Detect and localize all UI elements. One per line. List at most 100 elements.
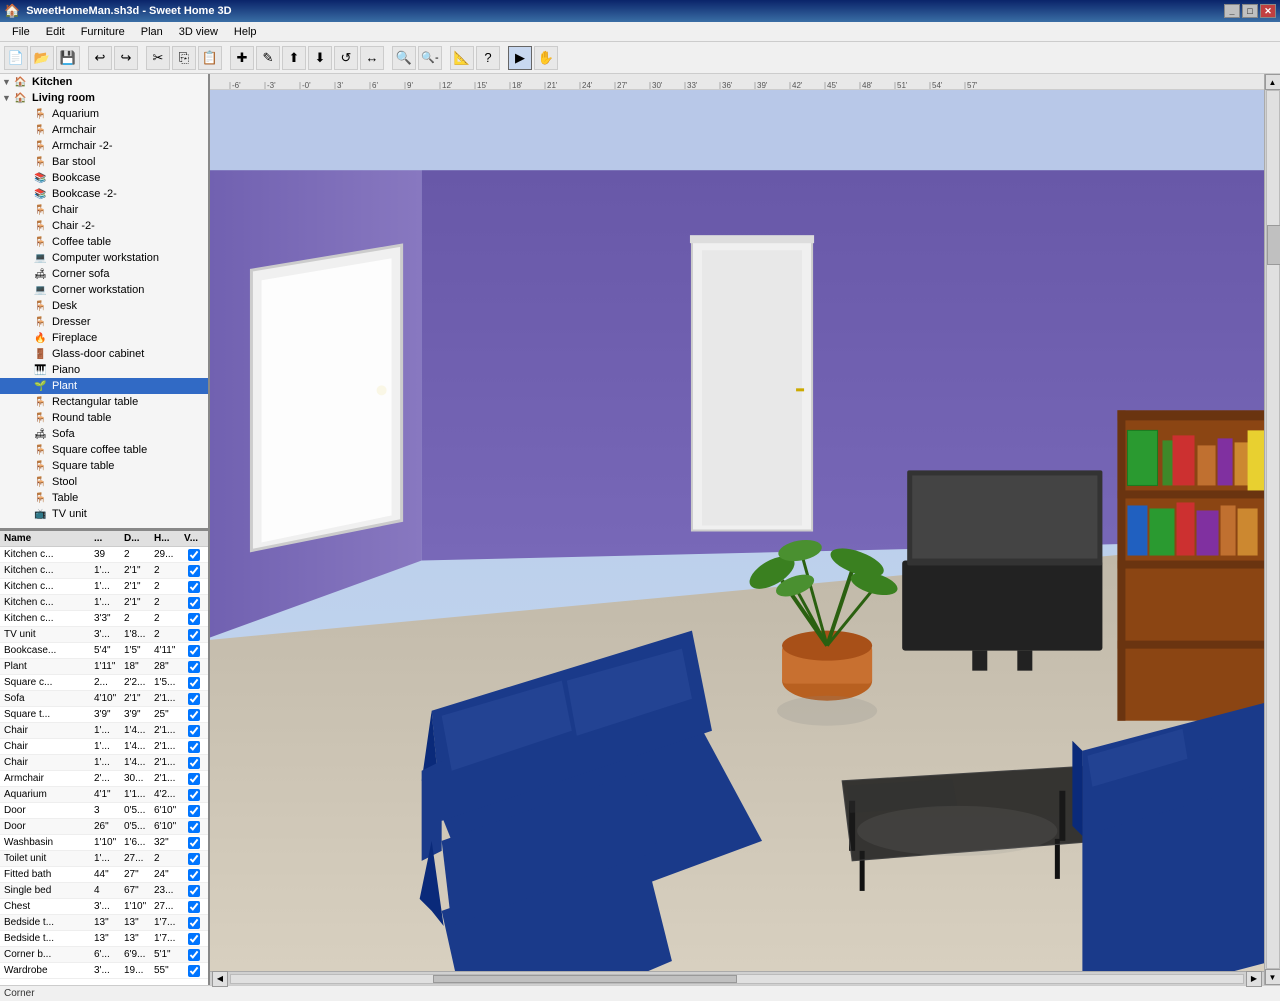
tree-item-aquarium[interactable]: 🪑 Aquarium bbox=[0, 106, 208, 122]
visibility-checkbox[interactable] bbox=[188, 725, 200, 737]
visibility-checkbox[interactable] bbox=[188, 917, 200, 929]
table-row[interactable]: Door 26" 0'5... 6'10" bbox=[0, 819, 208, 835]
table-row[interactable]: Aquarium 4'1" 1'1... 4'2... bbox=[0, 787, 208, 803]
cell-check[interactable] bbox=[184, 869, 204, 881]
table-row[interactable]: Plant 1'11" 18" 28" bbox=[0, 659, 208, 675]
visibility-checkbox[interactable] bbox=[188, 757, 200, 769]
table-row[interactable]: Corner b... 6'... 6'9... 5'1" bbox=[0, 947, 208, 963]
paste-button[interactable]: 📋 bbox=[198, 46, 222, 70]
tree-item-squaretable[interactable]: 🪑 Square table bbox=[0, 458, 208, 474]
table-row[interactable]: Bedside t... 13" 13" 1'7... bbox=[0, 915, 208, 931]
modify-button[interactable]: ✎ bbox=[256, 46, 280, 70]
tree-item-cornersofa[interactable]: 🛋 Corner sofa bbox=[0, 266, 208, 282]
cell-check[interactable] bbox=[184, 773, 204, 785]
cell-check[interactable] bbox=[184, 629, 204, 641]
menu-plan[interactable]: Plan bbox=[133, 24, 171, 40]
tree-item-barstool[interactable]: 🪑 Bar stool bbox=[0, 154, 208, 170]
cell-check[interactable] bbox=[184, 757, 204, 769]
visibility-checkbox[interactable] bbox=[188, 869, 200, 881]
table-row[interactable]: TV unit 3'... 1'8... 2 bbox=[0, 627, 208, 643]
table-row[interactable]: Chair 1'... 1'4... 2'1... bbox=[0, 755, 208, 771]
mirror-button[interactable]: ↔ bbox=[360, 46, 384, 70]
table-row[interactable]: Bedside t... 13" 13" 1'7... bbox=[0, 931, 208, 947]
menu-file[interactable]: File bbox=[4, 24, 38, 40]
menu-edit[interactable]: Edit bbox=[38, 24, 73, 40]
tree-item-plant[interactable]: 🌱 Plant bbox=[0, 378, 208, 394]
tree-item-livingroom[interactable]: ▼ 🏠 Living room bbox=[0, 90, 208, 106]
scroll-right-button[interactable]: ▶ bbox=[1246, 971, 1262, 987]
table-row[interactable]: Sofa 4'10" 2'1" 2'1... bbox=[0, 691, 208, 707]
tree-item-bookcase[interactable]: 📚 Bookcase bbox=[0, 170, 208, 186]
horizontal-scrollbar[interactable]: ◀ ▶ bbox=[210, 971, 1264, 985]
ruler-button[interactable]: 📐 bbox=[450, 46, 474, 70]
cell-check[interactable] bbox=[184, 725, 204, 737]
cell-check[interactable] bbox=[184, 709, 204, 721]
tree-item-armchair[interactable]: 🪑 Armchair bbox=[0, 122, 208, 138]
cell-check[interactable] bbox=[184, 597, 204, 609]
visibility-checkbox[interactable] bbox=[188, 853, 200, 865]
table-row[interactable]: Washbasin 1'10" 1'6... 32" bbox=[0, 835, 208, 851]
close-button[interactable]: ✕ bbox=[1260, 4, 1276, 18]
cell-check[interactable] bbox=[184, 677, 204, 689]
raise-button[interactable]: ⬆ bbox=[282, 46, 306, 70]
3d-view[interactable] bbox=[210, 90, 1264, 971]
visibility-checkbox[interactable] bbox=[188, 901, 200, 913]
cell-check[interactable] bbox=[184, 821, 204, 833]
visibility-checkbox[interactable] bbox=[188, 661, 200, 673]
cell-check[interactable] bbox=[184, 549, 204, 561]
vscroll-thumb[interactable] bbox=[1267, 225, 1280, 265]
save-button[interactable]: 💾 bbox=[56, 46, 80, 70]
visibility-checkbox[interactable] bbox=[188, 581, 200, 593]
tree-item-piano[interactable]: 🎹 Piano bbox=[0, 362, 208, 378]
tree-item-kitchen[interactable]: ▼ 🏠 Kitchen bbox=[0, 74, 208, 90]
table-row[interactable]: Armchair 2'... 30... 2'1... bbox=[0, 771, 208, 787]
tree-item-chair[interactable]: 🪑 Chair bbox=[0, 202, 208, 218]
scroll-left-button[interactable]: ◀ bbox=[212, 971, 228, 987]
table-row[interactable]: Door 3 0'5... 6'10" bbox=[0, 803, 208, 819]
minimize-button[interactable]: _ bbox=[1224, 4, 1240, 18]
table-row[interactable]: Wardrobe 3'... 19... 55" bbox=[0, 963, 208, 979]
cell-check[interactable] bbox=[184, 837, 204, 849]
cell-check[interactable] bbox=[184, 933, 204, 945]
tree-item-table[interactable]: 🪑 Table bbox=[0, 490, 208, 506]
cell-check[interactable] bbox=[184, 917, 204, 929]
tree-item-chair2[interactable]: 🪑 Chair -2- bbox=[0, 218, 208, 234]
table-row[interactable]: Toilet unit 1'... 27... 2 bbox=[0, 851, 208, 867]
vertical-scrollbar[interactable]: ▲ ▼ bbox=[1264, 74, 1280, 985]
zoom-in-button[interactable]: 🔍 bbox=[392, 46, 416, 70]
visibility-checkbox[interactable] bbox=[188, 693, 200, 705]
visibility-checkbox[interactable] bbox=[188, 613, 200, 625]
cell-check[interactable] bbox=[184, 645, 204, 657]
table-row[interactable]: Kitchen c... 1'... 2'1" 2 bbox=[0, 595, 208, 611]
rotate-button[interactable]: ↺ bbox=[334, 46, 358, 70]
tree-item-roundtable[interactable]: 🪑 Round table bbox=[0, 410, 208, 426]
tree-item-sofa[interactable]: 🛋 Sofa bbox=[0, 426, 208, 442]
visibility-checkbox[interactable] bbox=[188, 805, 200, 817]
tree-item-desk[interactable]: 🪑 Desk bbox=[0, 298, 208, 314]
table-row[interactable]: Single bed 4 67" 23... bbox=[0, 883, 208, 899]
tree-item-dresser[interactable]: 🪑 Dresser bbox=[0, 314, 208, 330]
visibility-checkbox[interactable] bbox=[188, 773, 200, 785]
table-row[interactable]: Kitchen c... 1'... 2'1" 2 bbox=[0, 579, 208, 595]
scroll-up-button[interactable]: ▲ bbox=[1265, 74, 1280, 90]
tree-item-stool[interactable]: 🪑 Stool bbox=[0, 474, 208, 490]
visibility-checkbox[interactable] bbox=[188, 677, 200, 689]
select-button[interactable]: ▶ bbox=[508, 46, 532, 70]
menu-3dview[interactable]: 3D view bbox=[171, 24, 226, 40]
visibility-checkbox[interactable] bbox=[188, 709, 200, 721]
visibility-checkbox[interactable] bbox=[188, 741, 200, 753]
furniture-tree[interactable]: ▼ 🏠 Kitchen ▼ 🏠 Living room 🪑 Aquarium bbox=[0, 74, 208, 531]
table-row[interactable]: Bookcase... 5'4" 1'5" 4'11" bbox=[0, 643, 208, 659]
add-furniture-button[interactable]: ✚ bbox=[230, 46, 254, 70]
table-row[interactable]: Fitted bath 44" 27" 24" bbox=[0, 867, 208, 883]
table-row[interactable]: Kitchen c... 39 2 29... bbox=[0, 547, 208, 563]
table-row[interactable]: Chair 1'... 1'4... 2'1... bbox=[0, 723, 208, 739]
table-row[interactable]: Square t... 3'9" 3'9" 25" bbox=[0, 707, 208, 723]
undo-button[interactable]: ↩ bbox=[88, 46, 112, 70]
tree-item-bookcase2[interactable]: 📚 Bookcase -2- bbox=[0, 186, 208, 202]
help-button[interactable]: ? bbox=[476, 46, 500, 70]
tree-item-tvunit[interactable]: 📺 TV unit bbox=[0, 506, 208, 522]
cell-check[interactable] bbox=[184, 885, 204, 897]
cell-check[interactable] bbox=[184, 901, 204, 913]
table-row[interactable]: Square c... 2... 2'2... 1'5... bbox=[0, 675, 208, 691]
